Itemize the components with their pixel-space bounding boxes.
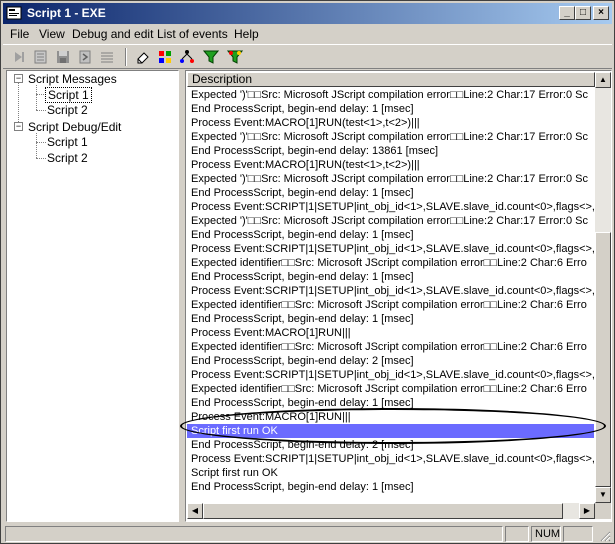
scroll-up-button[interactable]: ▲ [595, 72, 611, 88]
column-header-description[interactable]: Description [187, 72, 595, 87]
status-pane-blank [505, 526, 529, 542]
list-item[interactable]: Expected identifier□□Src: Microsoft JScr… [187, 256, 594, 270]
vertical-scroll-thumb[interactable] [595, 232, 611, 487]
script-icon[interactable] [75, 47, 95, 67]
tree-node-script-messages[interactable]: Script Messages [28, 72, 117, 86]
step-icon[interactable] [9, 47, 29, 67]
status-num: NUM [531, 526, 561, 542]
close-button[interactable]: × [593, 6, 609, 20]
list-item[interactable]: End ProcessScript, begin-end delay: 1 [m… [187, 480, 594, 494]
list-item[interactable]: Script first run OK [187, 466, 594, 480]
toolbar-separator [125, 48, 127, 66]
tree-line [36, 110, 46, 111]
window-title: Script 1 - EXE [27, 6, 106, 20]
tree-node-messages-script-2[interactable]: Script 2 [47, 103, 88, 117]
menu-list-of-events[interactable]: List of events [157, 27, 228, 41]
list-item[interactable]: Process Event:MACRO[1]RUN(test<1>,t<2>)|… [187, 116, 594, 130]
minimize-button[interactable]: _ [559, 6, 575, 20]
scroll-right-button[interactable]: ▶ [579, 503, 595, 519]
scroll-left-button[interactable]: ◀ [187, 503, 203, 519]
list-item[interactable]: End ProcessScript, begin-end delay: 2 [m… [187, 438, 594, 452]
resize-grip-icon[interactable] [599, 530, 611, 542]
horizontal-scrollbar[interactable]: ◀ ▶ [187, 503, 595, 519]
list-item[interactable]: Process Event:SCRIPT|1|SETUP|int_obj_id<… [187, 242, 594, 256]
list-item[interactable]: End ProcessScript, begin-end delay: 1 [m… [187, 270, 594, 284]
tree-line [36, 133, 37, 158]
main-window: Script 1 - EXE _ □ × File View Debug and… [0, 0, 615, 544]
list-item[interactable]: End ProcessScript, begin-end delay: 1 [m… [187, 228, 594, 242]
list-item[interactable]: Expected ')'□□Src: Microsoft JScript com… [187, 172, 594, 186]
tree-line [36, 85, 37, 110]
list-item[interactable]: Process Event:SCRIPT|1|SETUP|int_obj_id<… [187, 284, 594, 298]
status-pane-blank [563, 526, 593, 542]
event-list[interactable]: Description Expected ')'□□Src: Microsoft… [185, 70, 612, 522]
list-item[interactable]: Expected identifier□□Src: Microsoft JScr… [187, 382, 594, 396]
status-bar: NUM [3, 525, 612, 543]
list-item[interactable]: End ProcessScript, begin-end delay: 1386… [187, 144, 594, 158]
list-item[interactable]: Expected ')'□□Src: Microsoft JScript com… [187, 214, 594, 228]
tree-line [36, 158, 46, 159]
tree-node-debug-script-2[interactable]: Script 2 [47, 151, 88, 165]
tree-icon[interactable] [177, 47, 197, 67]
menu-help[interactable]: Help [234, 27, 259, 41]
scrollbar-corner [595, 503, 611, 519]
list-item[interactable]: End ProcessScript, begin-end delay: 1 [m… [187, 102, 594, 116]
status-message [5, 526, 503, 542]
palette-icon[interactable] [155, 47, 175, 67]
list-item[interactable]: End ProcessScript, begin-end delay: 1 [m… [187, 396, 594, 410]
list-item[interactable]: Expected ')'□□Src: Microsoft JScript com… [187, 130, 594, 144]
collapse-icon[interactable]: − [14, 74, 23, 83]
event-rows: Expected ')'□□Src: Microsoft JScript com… [187, 88, 594, 503]
menu-debug-and-edit[interactable]: Debug and edit [72, 27, 153, 41]
list-item[interactable]: End ProcessScript, begin-end delay: 1 [m… [187, 312, 594, 326]
list-item[interactable]: Expected ')'□□Src: Microsoft JScript com… [187, 88, 594, 102]
list-item[interactable]: Process Event:MACRO[1]RUN||| [187, 410, 594, 424]
tree-node-debug-script-1[interactable]: Script 1 [47, 135, 88, 149]
filter-green-icon[interactable] [201, 47, 221, 67]
list-item[interactable]: End ProcessScript, begin-end delay: 2 [m… [187, 354, 594, 368]
menu-view[interactable]: View [39, 27, 65, 41]
list-item[interactable]: Expected identifier□□Src: Microsoft JScr… [187, 340, 594, 354]
list-item[interactable]: Process Event:SCRIPT|1|SETUP|int_obj_id<… [187, 452, 594, 466]
horizontal-scroll-thumb[interactable] [203, 503, 563, 519]
filter-multi-icon[interactable] [225, 47, 245, 67]
vertical-scrollbar[interactable]: ▲ ▼ [595, 72, 611, 503]
eraser-icon[interactable] [133, 47, 153, 67]
save-icon[interactable] [53, 47, 73, 67]
maximize-button[interactable]: □ [575, 6, 591, 20]
list-item[interactable]: Process Event:MACRO[1]RUN(test<1>,t<2>)|… [187, 158, 594, 172]
list-item[interactable]: Script first run OK [187, 424, 594, 438]
list-item[interactable]: Process Event:SCRIPT|1|SETUP|int_obj_id<… [187, 200, 594, 214]
tree-line [36, 142, 46, 143]
menu-bar: File View Debug and edit List of events … [3, 25, 612, 43]
tree-node-messages-script-1[interactable]: Script 1 [45, 87, 92, 103]
app-icon [6, 6, 22, 20]
list-item[interactable]: End ProcessScript, begin-end delay: 1 [m… [187, 186, 594, 200]
tree-view[interactable]: − Script Messages Script 1 Script 2 − Sc… [6, 70, 179, 522]
scroll-down-button[interactable]: ▼ [595, 487, 611, 503]
list-item[interactable]: Process Event:SCRIPT|1|SETUP|int_obj_id<… [187, 368, 594, 382]
list-icon[interactable] [31, 47, 51, 67]
list-item[interactable]: Expected identifier□□Src: Microsoft JScr… [187, 298, 594, 312]
title-bar[interactable]: Script 1 - EXE _ □ × [3, 3, 612, 24]
menu-file[interactable]: File [10, 27, 29, 41]
list-item[interactable]: Process Event:MACRO[1]RUN||| [187, 326, 594, 340]
tree-node-script-debug-edit[interactable]: Script Debug/Edit [28, 120, 121, 134]
lines-icon[interactable] [97, 47, 117, 67]
collapse-icon[interactable]: − [14, 122, 23, 131]
toolbar [3, 44, 612, 69]
